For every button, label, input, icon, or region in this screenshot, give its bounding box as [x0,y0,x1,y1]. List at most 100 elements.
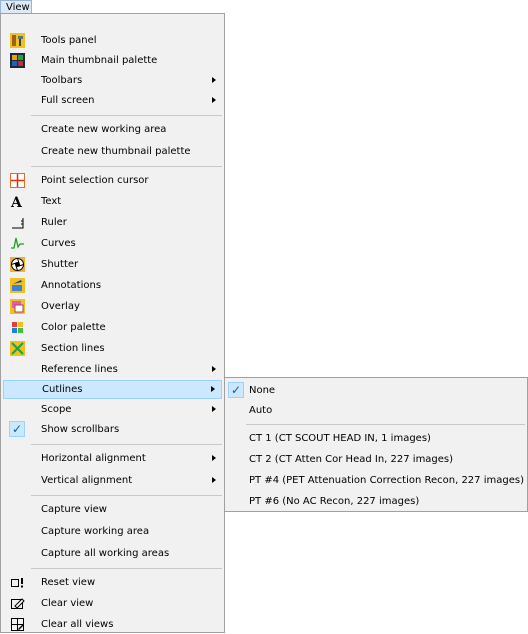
submenu-arrow-icon [212,477,216,483]
menu-separator [31,115,222,116]
submenu-item-ct2[interactable]: CT 2 (CT Atten Cor Head In, 227 images) [227,450,525,469]
submenu-item-label: PT #6 (No AC Recon, 227 images) [249,496,420,507]
menu-item-label: Ruler [41,217,67,228]
submenu-item-auto[interactable]: Auto [227,401,525,420]
color-palette-icon [12,322,23,333]
menubar: View [0,0,528,14]
clear-all-views-icon [11,618,24,631]
menu-item-capture-all-working-areas[interactable]: Capture all working areas [3,544,222,563]
section-lines-icon [10,341,25,356]
view-menu: Tools panel Main thumbnail palette Toolb… [0,13,225,633]
submenu-item-none[interactable]: ✓ None [227,381,525,400]
submenu-item-ct1[interactable]: CT 1 (CT SCOUT HEAD IN, 1 images) [227,429,525,448]
menu-item-label: Color palette [41,322,106,333]
crosshair-icon [10,173,25,188]
menu-item-shutter[interactable]: Shutter [3,255,222,274]
menu-item-create-thumbnail-palette[interactable]: Create new thumbnail palette [3,142,222,161]
menu-item-full-screen[interactable]: Full screen [3,91,222,110]
submenu-item-label: Auto [249,405,273,416]
checkmark-icon: ✓ [228,382,244,398]
menu-item-color-palette[interactable]: Color palette [3,318,222,337]
menu-item-label: Horizontal alignment [41,453,146,464]
menu-item-label: Create new thumbnail palette [41,146,191,157]
tools-panel-icon [10,33,25,48]
menu-item-reset-view[interactable]: Reset view [3,573,222,592]
menu-item-label: Toolbars [41,75,83,86]
menu-separator [31,166,222,167]
menu-item-point-selection-cursor[interactable]: Point selection cursor [3,171,222,190]
menu-item-create-working-area[interactable]: Create new working area [3,120,222,139]
menu-item-overlay[interactable]: Overlay [3,297,222,316]
menu-item-toolbars[interactable]: Toolbars [3,71,222,90]
menu-item-curves[interactable]: Curves [3,234,222,253]
menu-item-label: Section lines [41,343,105,354]
reset-view-icon [11,578,23,588]
menu-item-label: Capture working area [41,526,150,537]
menu-item-cutlines[interactable]: Cutlines [3,380,222,399]
view-menu-button[interactable]: View [0,0,32,14]
submenu-item-label: PT #4 (PET Attenuation Correction Recon,… [249,475,524,486]
menu-item-main-thumbnail-palette[interactable]: Main thumbnail palette [3,51,222,70]
menu-item-scope[interactable]: Scope [3,400,222,419]
annotations-icon [10,278,25,293]
menu-item-label: Curves [41,238,76,249]
menu-item-label: Shutter [41,259,79,270]
overlay-icon [10,299,25,314]
menu-item-annotations[interactable]: Annotations [3,276,222,295]
submenu-item-label: CT 2 (CT Atten Cor Head In, 227 images) [249,454,454,465]
menu-item-label: Show scrollbars [41,424,120,435]
thumbnail-palette-icon [10,53,25,68]
submenu-arrow-icon [212,77,216,83]
menu-item-capture-view[interactable]: Capture view [3,500,222,519]
submenu-arrow-icon [212,366,216,372]
menu-separator [31,568,222,569]
menu-item-label: Full screen [41,95,95,106]
submenu-arrow-icon [212,97,216,103]
menu-item-label: Main thumbnail palette [41,55,158,66]
menu-item-label: Clear all views [41,619,114,630]
menu-item-capture-working-area[interactable]: Capture working area [3,522,222,541]
menu-item-section-lines[interactable]: Section lines [3,339,222,358]
menu-item-label: Cutlines [42,384,83,395]
menu-item-reference-lines[interactable]: Reference lines [3,360,222,379]
submenu-item-label: CT 1 (CT SCOUT HEAD IN, 1 images) [249,433,431,444]
menu-item-show-scrollbars[interactable]: ✓ Show scrollbars [3,420,222,439]
cutlines-submenu: ✓ None Auto CT 1 (CT SCOUT HEAD IN, 1 im… [224,377,528,512]
menu-item-label: Reference lines [41,364,118,375]
menu-item-label: Scope [41,404,72,415]
menu-item-label: Create new working area [41,124,167,135]
menu-item-label: Overlay [41,301,80,312]
shutter-icon [10,257,25,272]
submenu-item-label: None [249,385,276,396]
menu-item-clear-all-views[interactable]: Clear all views [3,615,222,634]
submenu-item-pt6[interactable]: PT #6 (No AC Recon, 227 images) [227,492,525,509]
menu-item-label: Vertical alignment [41,475,133,486]
menu-item-label: Annotations [41,280,102,291]
menu-item-label: Text [41,196,62,207]
checkmark-icon: ✓ [9,421,25,437]
menu-item-tools-panel[interactable]: Tools panel [3,31,222,50]
submenu-arrow-icon [212,455,216,461]
menu-item-label: Point selection cursor [41,175,149,186]
menu-item-label: Capture all working areas [41,548,170,559]
text-icon: A [10,195,23,209]
menu-item-label: Clear view [41,598,94,609]
svg-text:A: A [10,195,23,209]
menu-item-label: Capture view [41,504,107,515]
menu-item-label: Tools panel [41,35,97,46]
curves-icon [11,237,24,249]
menu-item-label: Reset view [41,577,96,588]
submenu-item-pt4[interactable]: PT #4 (PET Attenuation Correction Recon,… [227,471,525,490]
menu-item-ruler[interactable]: Ruler [3,213,222,232]
clear-view-icon [11,598,25,609]
menu-item-vertical-alignment[interactable]: Vertical alignment [3,471,222,490]
ruler-icon [12,218,24,229]
menu-separator [31,444,222,445]
submenu-arrow-icon [212,406,216,412]
menu-item-horizontal-alignment[interactable]: Horizontal alignment [3,449,222,468]
menu-item-clear-view[interactable]: Clear view [3,594,222,613]
menu-item-text[interactable]: A Text [3,192,222,211]
menu-separator [246,424,525,425]
submenu-arrow-icon [211,386,215,392]
menu-separator [31,495,222,496]
